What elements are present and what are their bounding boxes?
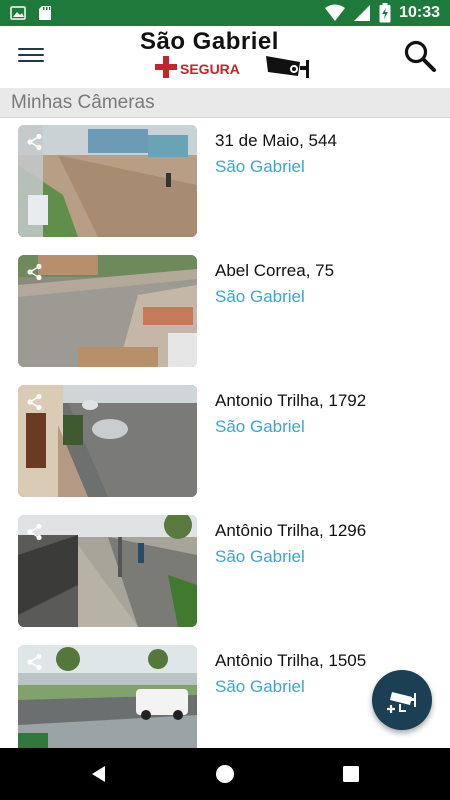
add-camera-icon	[387, 692, 416, 713]
back-button[interactable]	[87, 762, 111, 786]
share-icon[interactable]	[26, 263, 44, 281]
camera-snapshot	[18, 255, 197, 367]
camera-thumbnail[interactable]	[18, 385, 197, 497]
camera-snapshot	[18, 125, 197, 237]
app-logo: São Gabriel SEGURA	[140, 28, 315, 84]
share-icon[interactable]	[26, 133, 44, 151]
sd-card-icon	[39, 6, 51, 20]
camera-list-item[interactable]: Antonio Trilha, 1792 São Gabriel	[0, 378, 450, 508]
add-camera-button[interactable]	[372, 670, 432, 730]
camera-thumbnail[interactable]	[18, 515, 197, 627]
camera-list[interactable]: 31 de Maio, 544 São Gabriel Abel Correa,…	[0, 118, 450, 748]
section-header: Minhas Câmeras	[0, 88, 450, 118]
system-nav-bar	[0, 748, 450, 800]
search-button[interactable]	[402, 38, 438, 74]
camera-city: São Gabriel	[215, 677, 305, 696]
camera-address: Abel Correa, 75	[215, 261, 335, 280]
home-button[interactable]	[213, 762, 237, 786]
recents-icon	[343, 766, 359, 782]
camera-thumbnail[interactable]	[18, 255, 197, 367]
share-icon[interactable]	[26, 523, 44, 541]
logo-camera-icon	[266, 56, 309, 78]
camera-city: São Gabriel	[215, 287, 305, 306]
camera-snapshot	[18, 385, 197, 497]
logo-cross-icon	[155, 56, 177, 78]
camera-address: Antonio Trilha, 1792	[215, 391, 367, 410]
camera-city: São Gabriel	[215, 547, 305, 566]
camera-list-item[interactable]: 31 de Maio, 544 São Gabriel	[0, 118, 450, 248]
image-icon	[10, 6, 26, 20]
back-icon	[92, 766, 105, 782]
logo-subtitle: SEGURA	[180, 61, 240, 77]
camera-list-item[interactable]: Antônio Trilha, 1296 São Gabriel	[0, 508, 450, 638]
hamburger-menu-icon	[18, 48, 44, 62]
camera-city: São Gabriel	[215, 157, 305, 176]
search-icon	[404, 40, 436, 72]
home-icon	[216, 765, 234, 783]
camera-thumbnail[interactable]	[18, 125, 197, 237]
status-bar: 10:33	[0, 0, 450, 26]
battery-charging-icon	[379, 3, 391, 23]
share-icon[interactable]	[26, 393, 44, 411]
logo-title: São Gabriel	[140, 28, 279, 55]
app-bar: São Gabriel SEGURA	[0, 26, 450, 88]
camera-address: Antônio Trilha, 1296	[215, 521, 367, 540]
status-time: 10:33	[399, 4, 440, 21]
camera-address: 31 de Maio, 544	[215, 131, 337, 150]
section-title: Minhas Câmeras	[11, 92, 155, 113]
menu-button[interactable]	[18, 44, 44, 70]
camera-thumbnail[interactable]	[18, 645, 197, 748]
signal-icon	[354, 5, 371, 21]
share-icon[interactable]	[26, 653, 44, 671]
camera-snapshot	[18, 515, 197, 627]
camera-list-item[interactable]: Abel Correa, 75 São Gabriel	[0, 248, 450, 378]
camera-city: São Gabriel	[215, 417, 305, 436]
camera-address: Antônio Trilha, 1505	[215, 651, 367, 670]
wifi-icon	[325, 4, 346, 21]
recents-button[interactable]	[339, 762, 363, 786]
camera-snapshot	[18, 645, 197, 748]
